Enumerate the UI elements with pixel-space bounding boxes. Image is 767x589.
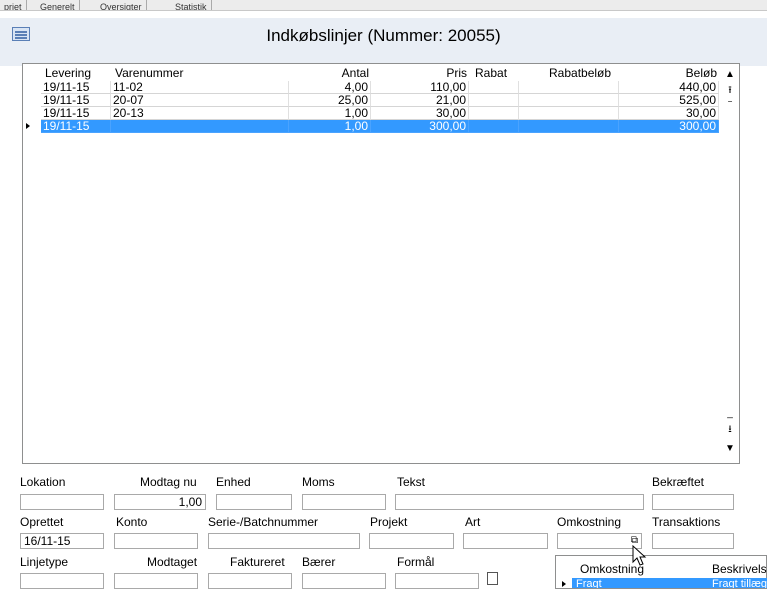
label-enhed: Enhed: [216, 475, 251, 489]
label-moms: Moms: [302, 475, 335, 489]
cell-belob[interactable]: 300,00: [619, 120, 719, 133]
col-header-varenummer[interactable]: Varenummer: [115, 66, 265, 80]
tab-oversigter[interactable]: Oversigter: [96, 0, 147, 10]
modtaget-field[interactable]: [114, 573, 198, 589]
label-formal: Formål: [397, 555, 435, 569]
scroll-page-up-icon[interactable]: ‾: [725, 102, 735, 112]
scroll-page-down-icon[interactable]: _: [725, 409, 735, 419]
enhed-field[interactable]: [216, 494, 292, 510]
lokation-field[interactable]: [20, 494, 104, 510]
label-art: Art: [465, 515, 481, 529]
col-header-belob[interactable]: Beløb: [643, 66, 717, 80]
cell-rabat[interactable]: [469, 81, 519, 94]
scroll-up-icon[interactable]: ▲: [725, 70, 735, 80]
label-modtaget: Modtaget: [147, 555, 198, 569]
label-omkostning: Omkostning: [557, 515, 622, 529]
faktureret-field[interactable]: [208, 573, 292, 589]
label-faktureret: Faktureret: [230, 555, 285, 569]
popup-cell-omkostning[interactable]: Fragt: [576, 578, 602, 588]
baerer-field[interactable]: [302, 573, 386, 589]
cell-rabat[interactable]: [469, 107, 519, 120]
purchase-lines-grid[interactable]: Levering Varenummer Antal Pris Rabat Rab…: [22, 63, 740, 464]
label-transaktions: Transaktions: [652, 515, 721, 529]
col-header-rabatbelob[interactable]: Rabatbeløb: [549, 66, 629, 80]
cell-pris[interactable]: 300,00: [371, 120, 469, 133]
table-row-selected[interactable]: 19/11-15 1,00 300,00 300,00: [23, 120, 719, 133]
popup-cell-beskrivelse[interactable]: Fragt tillæg: [712, 578, 767, 588]
label-serie-batchnummer: Serie-/Batchnummer: [208, 515, 319, 529]
label-linjetype: Linjetype: [20, 555, 69, 569]
col-header-pris[interactable]: Pris: [401, 66, 467, 80]
current-row-indicator-icon: [26, 123, 30, 129]
tab-generelt[interactable]: Generelt: [36, 0, 80, 10]
projekt-field[interactable]: [369, 533, 454, 549]
cell-rabat[interactable]: [469, 120, 519, 133]
art-field[interactable]: [463, 533, 548, 549]
popup-row-selected[interactable]: Fragt Fragt tillæg: [572, 578, 767, 588]
mouse-cursor-icon: [632, 545, 647, 566]
col-header-antal[interactable]: Antal: [303, 66, 369, 80]
label-baerer: Bærer: [302, 555, 336, 569]
grid-vertical-scrollbar[interactable]: ▲ ⭱ ‾ _ ⭳ ▼: [720, 64, 739, 463]
cell-levering[interactable]: 19/11-15: [41, 120, 111, 133]
konto-field[interactable]: [114, 533, 198, 549]
popup-row-indicator-icon: [562, 581, 566, 587]
label-modtag-nu: Modtag nu: [140, 475, 197, 489]
window-title: Indkøbslinjer (Nummer: 20055): [266, 26, 501, 45]
document-icon[interactable]: [487, 572, 498, 585]
popup-header-beskrivelse[interactable]: Beskrivels: [712, 562, 767, 576]
cell-varenummer[interactable]: [111, 120, 289, 133]
scroll-top-icon[interactable]: ⭱: [725, 86, 735, 96]
scroll-bottom-icon[interactable]: ⭳: [725, 425, 735, 435]
bekraeftet-field[interactable]: [652, 494, 734, 510]
omkostning-lookup-popup[interactable]: Omkostning Beskrivels Fragt Fragt tillæg: [555, 555, 767, 589]
serie-batchnummer-field[interactable]: [208, 533, 360, 549]
cell-rabatbelob[interactable]: [519, 107, 619, 120]
label-lokation: Lokation: [20, 475, 66, 489]
cell-antal[interactable]: 1,00: [289, 120, 371, 133]
oprettet-field[interactable]: 16/11-15: [20, 533, 104, 549]
tab-statistik[interactable]: Statistik: [171, 0, 212, 10]
cell-rabat[interactable]: [469, 94, 519, 107]
modtag-nu-field[interactable]: 1,00: [114, 494, 206, 510]
table-row[interactable]: 19/11-15 20-13 1,00 30,00 30,00: [23, 107, 719, 120]
cell-rabatbelob[interactable]: [519, 81, 619, 94]
transaktions-field[interactable]: [652, 533, 734, 549]
label-oprettet: Oprettet: [20, 515, 64, 529]
cell-varenummer[interactable]: 20-13: [111, 107, 289, 120]
formal-field[interactable]: [395, 573, 479, 589]
cell-rabatbelob[interactable]: [519, 94, 619, 107]
linjetype-field[interactable]: [20, 573, 104, 589]
label-tekst: Tekst: [397, 475, 426, 489]
col-header-rabat[interactable]: Rabat: [475, 66, 515, 80]
document-tabs: priet Generelt Oversigter Statistik: [0, 0, 767, 11]
scroll-down-icon[interactable]: ▼: [725, 444, 735, 454]
tekst-field[interactable]: [395, 494, 644, 510]
omkostning-field[interactable]: ⧉: [557, 533, 642, 549]
moms-field[interactable]: [302, 494, 386, 510]
label-konto: Konto: [116, 515, 148, 529]
tab-1[interactable]: priet: [0, 0, 27, 10]
label-bekraeftet: Bekræftet: [652, 475, 705, 489]
col-header-levering[interactable]: Levering: [45, 66, 105, 80]
cell-rabatbelob[interactable]: [519, 120, 619, 133]
label-projekt: Projekt: [370, 515, 408, 529]
